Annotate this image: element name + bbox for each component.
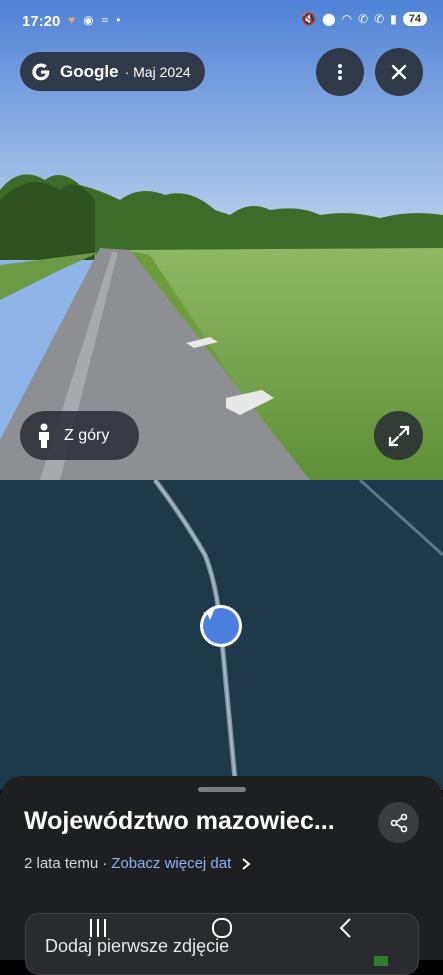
dot-notification-icon: • bbox=[116, 13, 121, 27]
imagery-info-pill[interactable]: Google · Maj 2024 bbox=[20, 52, 205, 91]
location-marker-inner bbox=[203, 608, 239, 644]
time-ago: 2 lata temu bbox=[24, 855, 99, 872]
heart-notification-icon: ♥ bbox=[68, 13, 76, 27]
system-icons: 🔇 ⬤ ◠ ✆ ✆ ▮ 74 bbox=[301, 12, 427, 26]
close-button[interactable] bbox=[375, 48, 423, 96]
call-2-icon: ✆ bbox=[374, 12, 385, 26]
call-icon: ✆ bbox=[358, 12, 369, 26]
cell-signal-icon: ▮ bbox=[390, 12, 397, 26]
back-icon[interactable] bbox=[338, 917, 352, 939]
notification-icons: ♥ ◉ ≈ • bbox=[68, 13, 120, 27]
place-title: Województwo mazowiec... bbox=[24, 807, 335, 835]
more-vertical-icon bbox=[338, 64, 342, 80]
current-location-marker[interactable] bbox=[200, 605, 242, 647]
google-g-icon bbox=[32, 62, 50, 80]
sheet-drag-handle[interactable] bbox=[198, 787, 246, 792]
signal-notification-icon: ≈ bbox=[101, 13, 109, 27]
imagery-meta: 2 lata temu · Zobacz więcej dat bbox=[24, 855, 251, 872]
imagery-date: · Maj 2024 bbox=[124, 63, 191, 80]
chevron-right-icon[interactable] bbox=[241, 857, 251, 871]
location-pin-icon: ⬤ bbox=[322, 12, 336, 26]
street-view-panorama[interactable]: 17:20 ♥ ◉ ≈ • 🔇 ⬤ ◠ ✆ ✆ ▮ 74 Google · Ma… bbox=[0, 0, 443, 480]
more-dates-link[interactable]: Zobacz więcej dat bbox=[111, 855, 231, 872]
expand-button[interactable] bbox=[374, 411, 423, 460]
close-icon bbox=[391, 64, 407, 80]
share-button[interactable] bbox=[378, 802, 419, 843]
more-options-button[interactable] bbox=[316, 48, 364, 96]
battery-indicator: 74 bbox=[402, 12, 427, 26]
system-navigation-bar bbox=[0, 903, 443, 960]
share-icon bbox=[390, 813, 407, 832]
google-brand-label: Google bbox=[60, 61, 119, 81]
home-icon[interactable] bbox=[211, 917, 233, 939]
recent-apps-icon[interactable] bbox=[88, 917, 108, 939]
chrome-notification-icon: ◉ bbox=[83, 13, 94, 27]
pegman-icon bbox=[39, 423, 49, 448]
status-time: 17:20 bbox=[22, 13, 61, 30]
mute-icon: 🔇 bbox=[301, 12, 317, 26]
status-bar: 17:20 ♥ ◉ ≈ • 🔇 ⬤ ◠ ✆ ✆ ▮ 74 bbox=[0, 0, 443, 44]
navigation-arrow-icon bbox=[203, 608, 215, 620]
expand-icon bbox=[388, 425, 409, 446]
map-view[interactable] bbox=[0, 480, 443, 790]
top-view-button[interactable]: Z góry bbox=[20, 411, 139, 460]
wifi-icon: ◠ bbox=[341, 12, 353, 26]
top-view-label: Z góry bbox=[64, 426, 110, 444]
meta-separator: · bbox=[102, 855, 108, 872]
